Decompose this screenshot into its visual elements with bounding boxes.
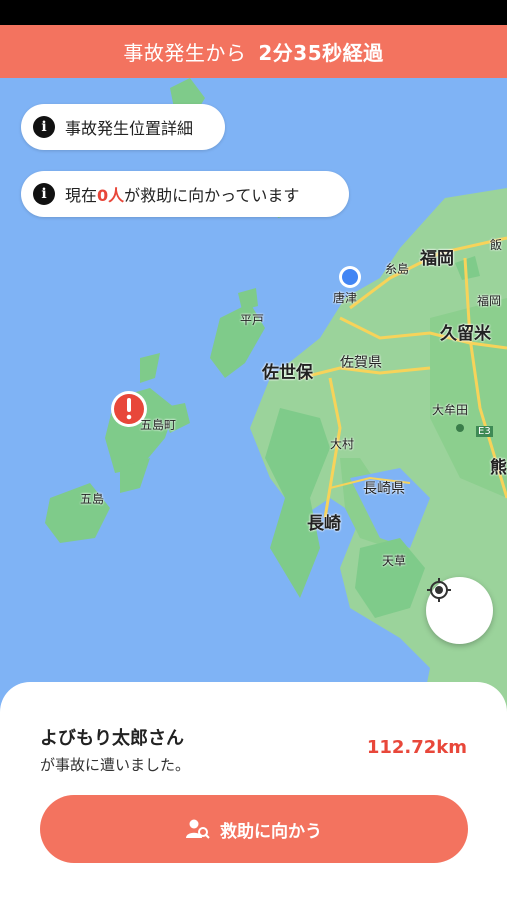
- my-location-button[interactable]: [426, 577, 493, 644]
- map-label-fukuoka-east: 福岡: [477, 294, 502, 308]
- map-label-e3: E3: [476, 426, 493, 437]
- map-label-ii: 飯: [490, 238, 503, 252]
- map-label-nagasaki-pref: 長崎県: [363, 481, 405, 497]
- accident-detail-label: 事故発生位置詳細: [65, 119, 194, 138]
- elapsed-prefix: 事故発生から: [123, 41, 247, 65]
- crosshair-icon: [427, 578, 451, 602]
- map-label-omuta: 大牟田: [432, 403, 469, 417]
- map-label-goto: 五島: [80, 492, 105, 506]
- status-bar: [0, 0, 507, 25]
- rescue-button[interactable]: 救助に向かう: [40, 795, 468, 863]
- map-label-shin-kamigoto: 五島町: [140, 418, 177, 432]
- distance-value: 112.72km: [366, 737, 467, 758]
- map-label-kurume: 久留米: [440, 324, 491, 344]
- elapsed-value: 2分35秒経過: [258, 41, 384, 65]
- accident-detail-button[interactable]: i 事故発生位置詳細: [21, 104, 225, 150]
- map-label-kuma: 熊: [490, 458, 507, 478]
- person-search-icon: [186, 818, 210, 840]
- map-label-amakusa: 天草: [382, 554, 407, 568]
- accident-description: が事故に遭いました。: [40, 756, 191, 774]
- info-icon: i: [33, 116, 55, 138]
- responders-suffix: が救助に向かっています: [124, 186, 300, 205]
- map-label-itoshima: 糸島: [385, 262, 410, 276]
- map-label-nagasaki: 長崎: [307, 514, 341, 534]
- map-label-saga: 佐賀県: [340, 355, 382, 371]
- responders-prefix: 現在: [65, 186, 98, 205]
- info-icon: i: [33, 183, 55, 205]
- rescue-button-label: 救助に向かう: [220, 821, 322, 842]
- map-label-karatsu: 唐津: [333, 291, 358, 305]
- bottom-sheet: よびもり太郎さん が事故に遭いました。 112.72km 救助に向かう: [0, 682, 507, 900]
- map-label-hirado: 平戸: [240, 313, 265, 327]
- map-label-fukuoka: 福岡: [420, 249, 454, 269]
- victim-name: よびもり太郎さん: [40, 728, 184, 749]
- map-label-sasebo: 佐世保: [262, 363, 313, 383]
- map-label-omura: 大村: [330, 437, 355, 451]
- responders-count: 0人: [97, 186, 125, 205]
- responders-status: i 現在 0人 が救助に向かっています: [21, 171, 349, 217]
- elapsed-time-banner: 事故発生から 2分35秒経過: [0, 25, 507, 78]
